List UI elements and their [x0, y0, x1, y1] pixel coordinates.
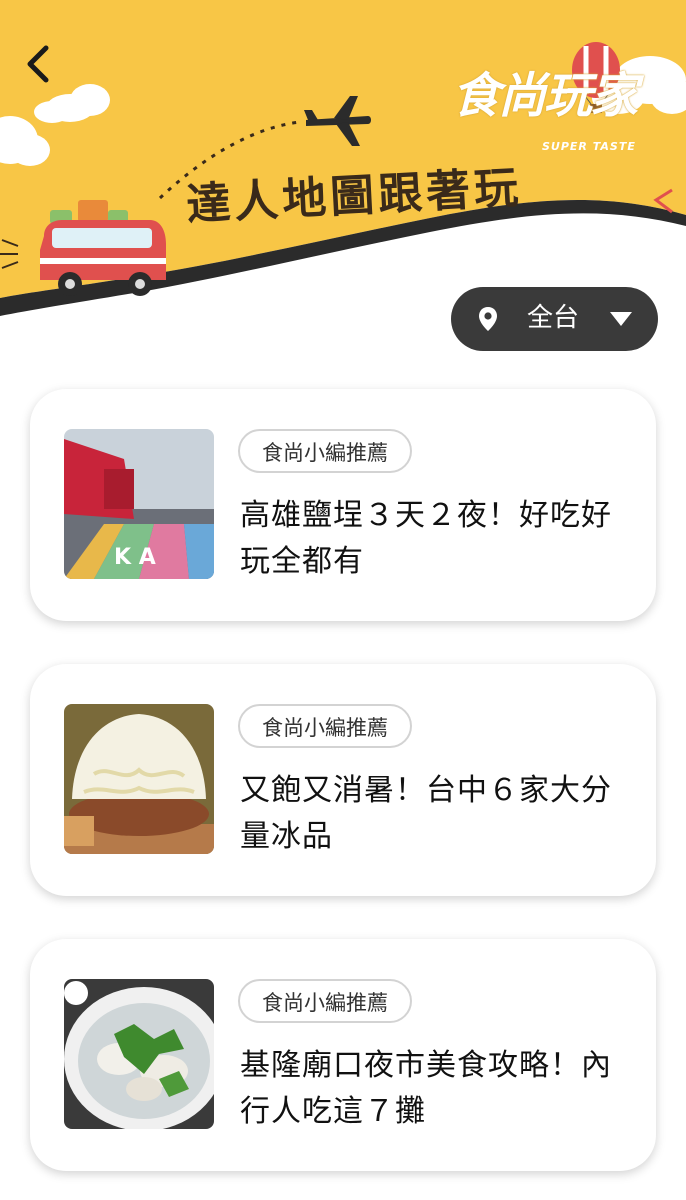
- recommend-tag: 食尚小編推薦: [238, 979, 412, 1023]
- article-card[interactable]: K A 食尚小編推薦 高雄鹽埕３天２夜！好吃好玩全都有: [30, 389, 656, 621]
- article-title: 高雄鹽埕３天２夜！好吃好玩全都有: [240, 498, 612, 579]
- header-banner: 食尚玩家 SUPER TASTE 達人地圖跟著玩: [0, 0, 686, 330]
- recommend-tag: 食尚小編推薦: [238, 429, 412, 473]
- logo-text: 食尚玩家: [452, 68, 638, 124]
- article-thumbnail: [64, 979, 214, 1129]
- svg-text:K A: K A: [114, 545, 156, 570]
- chevron-left-icon: [27, 45, 49, 83]
- brand-logo: 食尚玩家 SUPER TASTE: [452, 44, 672, 164]
- logo-subtitle: SUPER TASTE: [542, 140, 636, 153]
- back-button[interactable]: [14, 40, 62, 88]
- article-title: 基隆廟口夜市美食攻略！內行人吃這７攤: [240, 1048, 612, 1129]
- article-card[interactable]: 食尚小編推薦 基隆廟口夜市美食攻略！內行人吃這７攤: [30, 939, 656, 1171]
- article-title: 又飽又消暑！台中６家大分量冰品: [240, 773, 612, 854]
- region-label: 全台: [527, 303, 580, 333]
- caret-down-icon: [610, 312, 632, 326]
- recommend-tag: 食尚小編推薦: [238, 704, 412, 748]
- article-thumbnail: K A: [64, 429, 214, 579]
- article-card[interactable]: 食尚小編推薦 又飽又消暑！台中６家大分量冰品: [30, 664, 656, 896]
- article-thumbnail: [64, 704, 214, 854]
- location-pin-icon: [479, 307, 497, 331]
- region-filter-button[interactable]: 全台: [451, 287, 658, 351]
